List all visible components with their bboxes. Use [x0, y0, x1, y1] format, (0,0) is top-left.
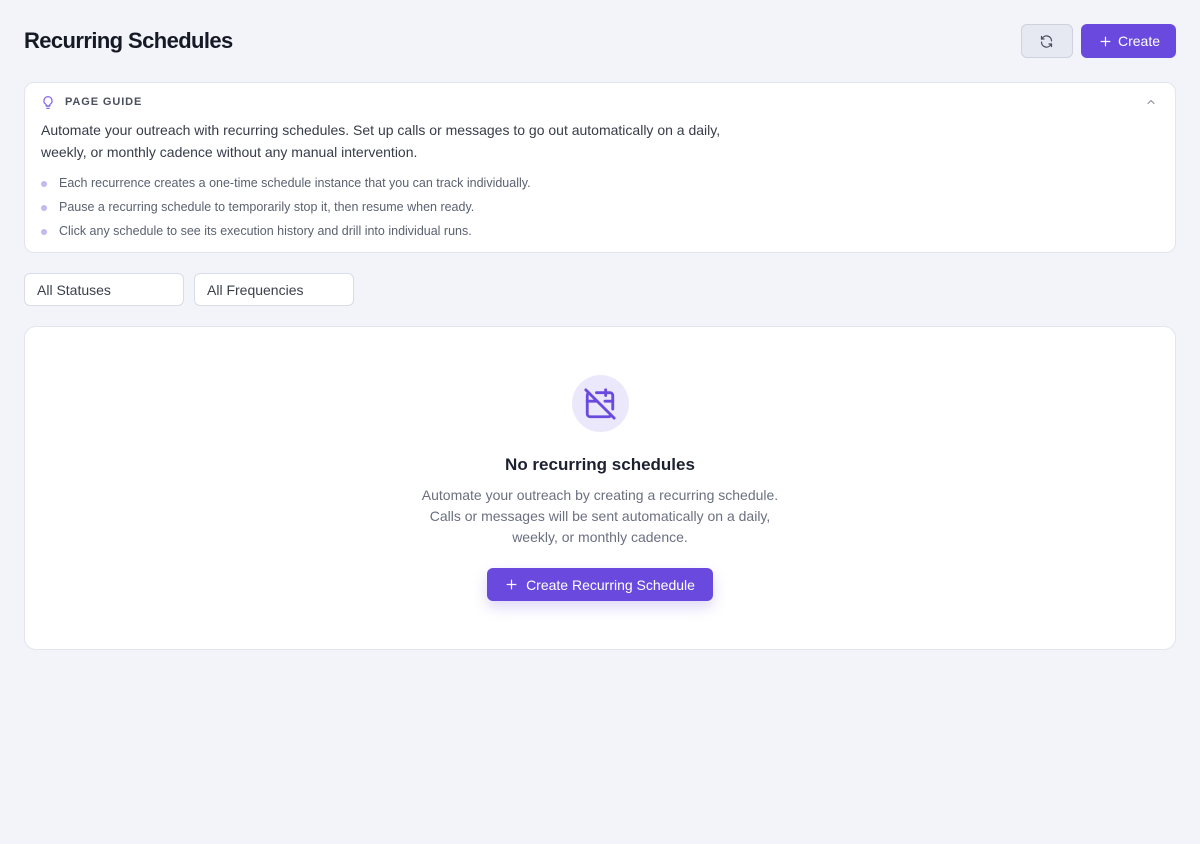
page-header: Recurring Schedules Create — [24, 24, 1176, 58]
page-guide-header: PAGE GUIDE — [41, 95, 1159, 109]
header-actions: Create — [1020, 24, 1176, 58]
empty-state-title: No recurring schedules — [505, 455, 695, 474]
lightbulb-icon — [43, 95, 53, 109]
plus-icon — [506, 579, 517, 590]
plus-icon — [1100, 36, 1111, 46]
filter-bar: All Statuses All Frequencies — [24, 273, 354, 306]
refresh-icon — [1041, 34, 1053, 48]
empty-state-description: Automate your outreach by creating a rec… — [421, 487, 779, 545]
frequency-filter-select[interactable]: All Frequencies — [194, 273, 354, 306]
page-guide-bullet: Pause a recurring schedule to temporaril… — [41, 195, 1159, 219]
page-guide-bullet: Each recurrence creates a one-time sched… — [41, 171, 1159, 195]
frequency-filter-value: All Frequencies — [207, 281, 304, 298]
page-guide-title: PAGE GUIDE — [65, 96, 143, 108]
create-recurring-schedule-label: Create Recurring Schedule — [526, 576, 695, 593]
page-guide: PAGE GUIDE Automate your outreach with r… — [24, 82, 1176, 253]
refresh-button[interactable] — [1020, 24, 1073, 58]
create-button[interactable]: Create — [1080, 24, 1176, 58]
page-guide-description: Automate your outreach with recurring sc… — [41, 122, 721, 160]
page-guide-list: Each recurrence creates a one-time sched… — [41, 171, 1159, 243]
calendar-off-icon — [584, 387, 616, 420]
create-button-label: Create — [1117, 33, 1160, 49]
status-filter-value: All Statuses — [37, 281, 111, 298]
empty-state-card: No recurring schedules Automate your out… — [24, 326, 1176, 650]
status-filter-select[interactable]: All Statuses — [24, 273, 184, 306]
page-guide-bullet: Click any schedule to see its execution … — [41, 219, 1159, 243]
create-recurring-schedule-button[interactable]: Create Recurring Schedule — [487, 568, 713, 601]
empty-state-icon-badge — [571, 375, 629, 432]
page-title: Recurring Schedules — [24, 28, 233, 53]
page-guide-collapse-button[interactable] — [1145, 95, 1157, 113]
chevron-up-icon — [1147, 99, 1155, 105]
